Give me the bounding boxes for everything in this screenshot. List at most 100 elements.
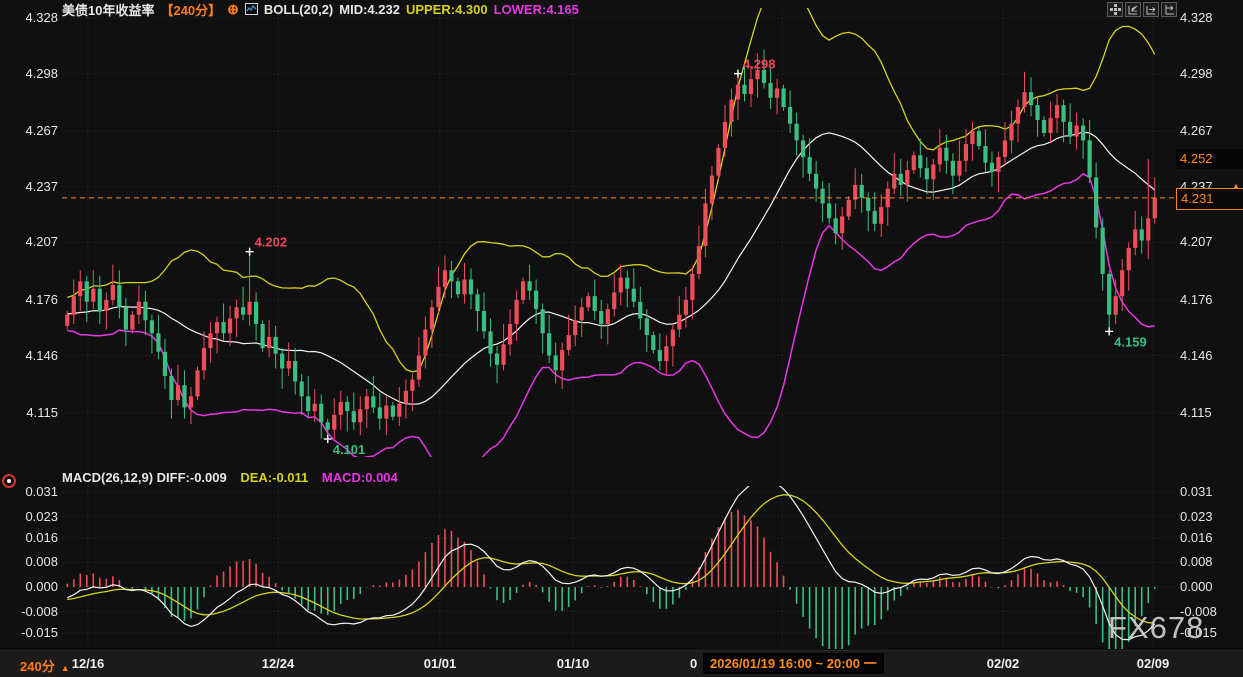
candle-body	[417, 356, 421, 380]
move-tool-icon[interactable]	[1107, 2, 1123, 17]
candle-body	[247, 302, 251, 315]
candle-body	[111, 285, 115, 300]
instrument-title: 美债10年收益率	[62, 0, 154, 19]
candle-body	[834, 218, 838, 233]
candle-body	[593, 296, 597, 311]
candle-body	[703, 203, 707, 246]
candle-body	[1061, 105, 1065, 122]
chart-type-icon[interactable]	[245, 3, 258, 15]
candle-body	[339, 402, 343, 415]
zoom-forward-icon[interactable]	[1143, 2, 1159, 17]
candle-body	[840, 216, 844, 233]
candle-body	[801, 140, 805, 157]
candle-body	[1101, 228, 1105, 274]
candle-body	[736, 85, 740, 100]
candle-body	[866, 198, 870, 211]
candle-body	[345, 402, 349, 411]
candle-body	[977, 131, 981, 146]
candle-body	[775, 88, 779, 97]
price-axis-label: 4.115	[1180, 405, 1212, 421]
expand-icon[interactable]: ⊕	[227, 3, 239, 15]
candle-body	[150, 320, 154, 333]
candle-body	[221, 322, 225, 333]
candle-body	[391, 406, 395, 417]
price-axis-label: 4.207	[1180, 234, 1213, 250]
candle-body	[762, 70, 766, 83]
x-axis-tick-label: 12/16	[53, 656, 123, 671]
candle-body	[788, 107, 792, 124]
macd-axis-label: 0.031	[1180, 484, 1213, 500]
price-axis-label: 4.267	[1180, 123, 1213, 139]
candle-body	[619, 278, 623, 293]
candle-body	[254, 302, 258, 324]
candle-body	[469, 279, 473, 294]
candle-body	[352, 411, 356, 422]
candle-body	[892, 174, 896, 189]
crosshair-date-tooltip: 2026/01/19 16:00 ~ 20:00 一	[703, 653, 884, 674]
x-axis-tick-label: 02/09	[1118, 656, 1188, 671]
candle-body	[1107, 274, 1111, 315]
candle-body	[1048, 118, 1052, 133]
chart-canvas[interactable]: 4.2024.1014.2984.159	[0, 0, 1243, 677]
candle-body	[645, 318, 649, 335]
candle-body	[1016, 107, 1020, 124]
candle-body	[749, 79, 753, 94]
macd-axis-label: 0.008	[1180, 554, 1213, 570]
macd-axis-label: 0.023	[1180, 509, 1213, 525]
candle-body	[671, 330, 675, 347]
candle-body	[547, 333, 551, 355]
candle-body	[860, 185, 864, 198]
candle-body	[501, 344, 505, 364]
timeframe-selector-label: 240分	[20, 659, 55, 674]
price-pane[interactable]: 4.2024.1014.2984.159	[65, 0, 1157, 479]
candle-body	[1120, 270, 1124, 296]
candle-body	[78, 281, 82, 296]
price-axis-label: 4.328	[0, 10, 58, 26]
candle-body	[319, 404, 323, 423]
candle-body	[410, 380, 414, 391]
candle-body	[814, 174, 818, 189]
candle-body	[124, 307, 128, 329]
dea-line	[67, 495, 1154, 623]
candle-body	[742, 85, 746, 94]
pan-right-icon[interactable]	[1161, 2, 1177, 17]
candle-body	[189, 396, 193, 407]
candle-body	[560, 350, 564, 370]
x-axis-tick-label: 12/24	[243, 656, 313, 671]
alert-dot-icon[interactable]	[2, 474, 16, 488]
macd-pane[interactable]	[67, 479, 1154, 663]
candle-body	[1094, 177, 1098, 227]
candle-body	[983, 146, 987, 163]
timeframe-tag: 【240分】	[160, 0, 221, 19]
candle-body	[905, 170, 909, 185]
price-axis-label: 4.176	[0, 292, 58, 308]
price-annotation: 4.298	[743, 57, 776, 72]
price-axis-label: 4.207	[0, 234, 58, 250]
candle-body	[404, 391, 408, 404]
zoom-back-icon[interactable]	[1125, 2, 1141, 17]
macd-pane-header: MACD(26,12,9) DIFF:-0.009 DEA:-0.011 MAC…	[62, 470, 398, 485]
candle-body	[261, 324, 265, 348]
candle-body	[326, 422, 330, 429]
candle-body	[638, 302, 642, 319]
candle-body	[267, 337, 271, 348]
price-arrow-icon: ▲	[1230, 181, 1242, 191]
candle-body	[716, 148, 720, 176]
macd-axis-label: 0.000	[1180, 579, 1213, 595]
candle-body	[521, 281, 525, 300]
candle-body	[879, 207, 883, 224]
chart-toolbar	[1107, 2, 1177, 17]
candle-body	[332, 415, 336, 430]
candle-body	[690, 274, 694, 300]
candle-body	[827, 203, 831, 218]
candle-body	[423, 330, 427, 356]
candle-body	[664, 346, 668, 361]
candle-body	[488, 331, 492, 353]
candle-body	[580, 307, 584, 320]
candle-body	[821, 189, 825, 204]
candle-body	[143, 302, 147, 321]
candle-body	[632, 289, 636, 302]
candle-body	[847, 200, 851, 217]
candle-body	[397, 404, 401, 417]
price-annotation: 4.202	[255, 235, 288, 250]
